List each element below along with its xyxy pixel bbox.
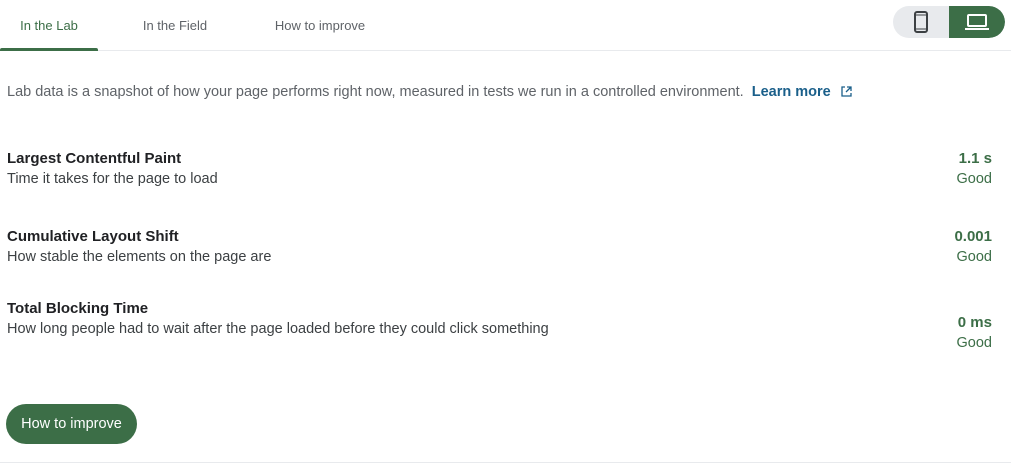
divider	[0, 462, 1011, 463]
metric-value: 1.1 s	[958, 150, 992, 167]
tab-how-to-improve[interactable]: How to improve	[262, 0, 378, 50]
desktop-view-button[interactable]	[949, 6, 1005, 38]
external-link-icon	[841, 86, 852, 97]
metric-description: How long people had to wait after the pa…	[7, 321, 549, 337]
metric-title: Cumulative Layout Shift	[7, 228, 179, 245]
lab-data-intro: Lab data is a snapshot of how your page …	[7, 84, 852, 100]
metric-rating: Good	[956, 335, 992, 351]
metric-value: 0 ms	[957, 314, 992, 331]
laptop-icon	[965, 14, 989, 30]
intro-text: Lab data is a snapshot of how your page …	[7, 84, 744, 100]
how-to-improve-button[interactable]: How to improve	[6, 404, 137, 444]
metric-title: Total Blocking Time	[7, 300, 149, 317]
metric-total-blocking-time: Total Blocking Time How long people had …	[7, 300, 992, 351]
metric-value: 0.001	[954, 228, 992, 245]
active-tab-indicator	[0, 48, 98, 51]
device-toggle	[893, 6, 1005, 38]
tab-label: In the Lab	[20, 18, 78, 33]
metric-rating: Good	[956, 249, 992, 265]
metric-description: Time it takes for the page to load	[7, 171, 218, 187]
tab-in-the-field[interactable]: In the Field	[128, 0, 222, 50]
tab-bar: In the Lab In the Field How to improve	[0, 0, 1011, 51]
metric-cumulative-layout-shift: Cumulative Layout Shift How stable the e…	[7, 228, 992, 265]
tab-in-the-lab[interactable]: In the Lab	[0, 0, 98, 51]
metric-title: Largest Contentful Paint	[7, 150, 182, 167]
learn-more-link[interactable]: Learn more	[752, 84, 852, 100]
tab-label: How to improve	[274, 18, 366, 33]
metric-largest-contentful-paint: Largest Contentful Paint Time it takes f…	[7, 150, 992, 187]
smartphone-icon	[914, 11, 928, 33]
metric-rating: Good	[956, 171, 992, 187]
tab-label: In the Field	[142, 18, 208, 33]
mobile-view-button[interactable]	[893, 6, 949, 38]
learn-more-label: Learn more	[751, 84, 831, 100]
metric-description: How stable the elements on the page are	[7, 249, 272, 265]
